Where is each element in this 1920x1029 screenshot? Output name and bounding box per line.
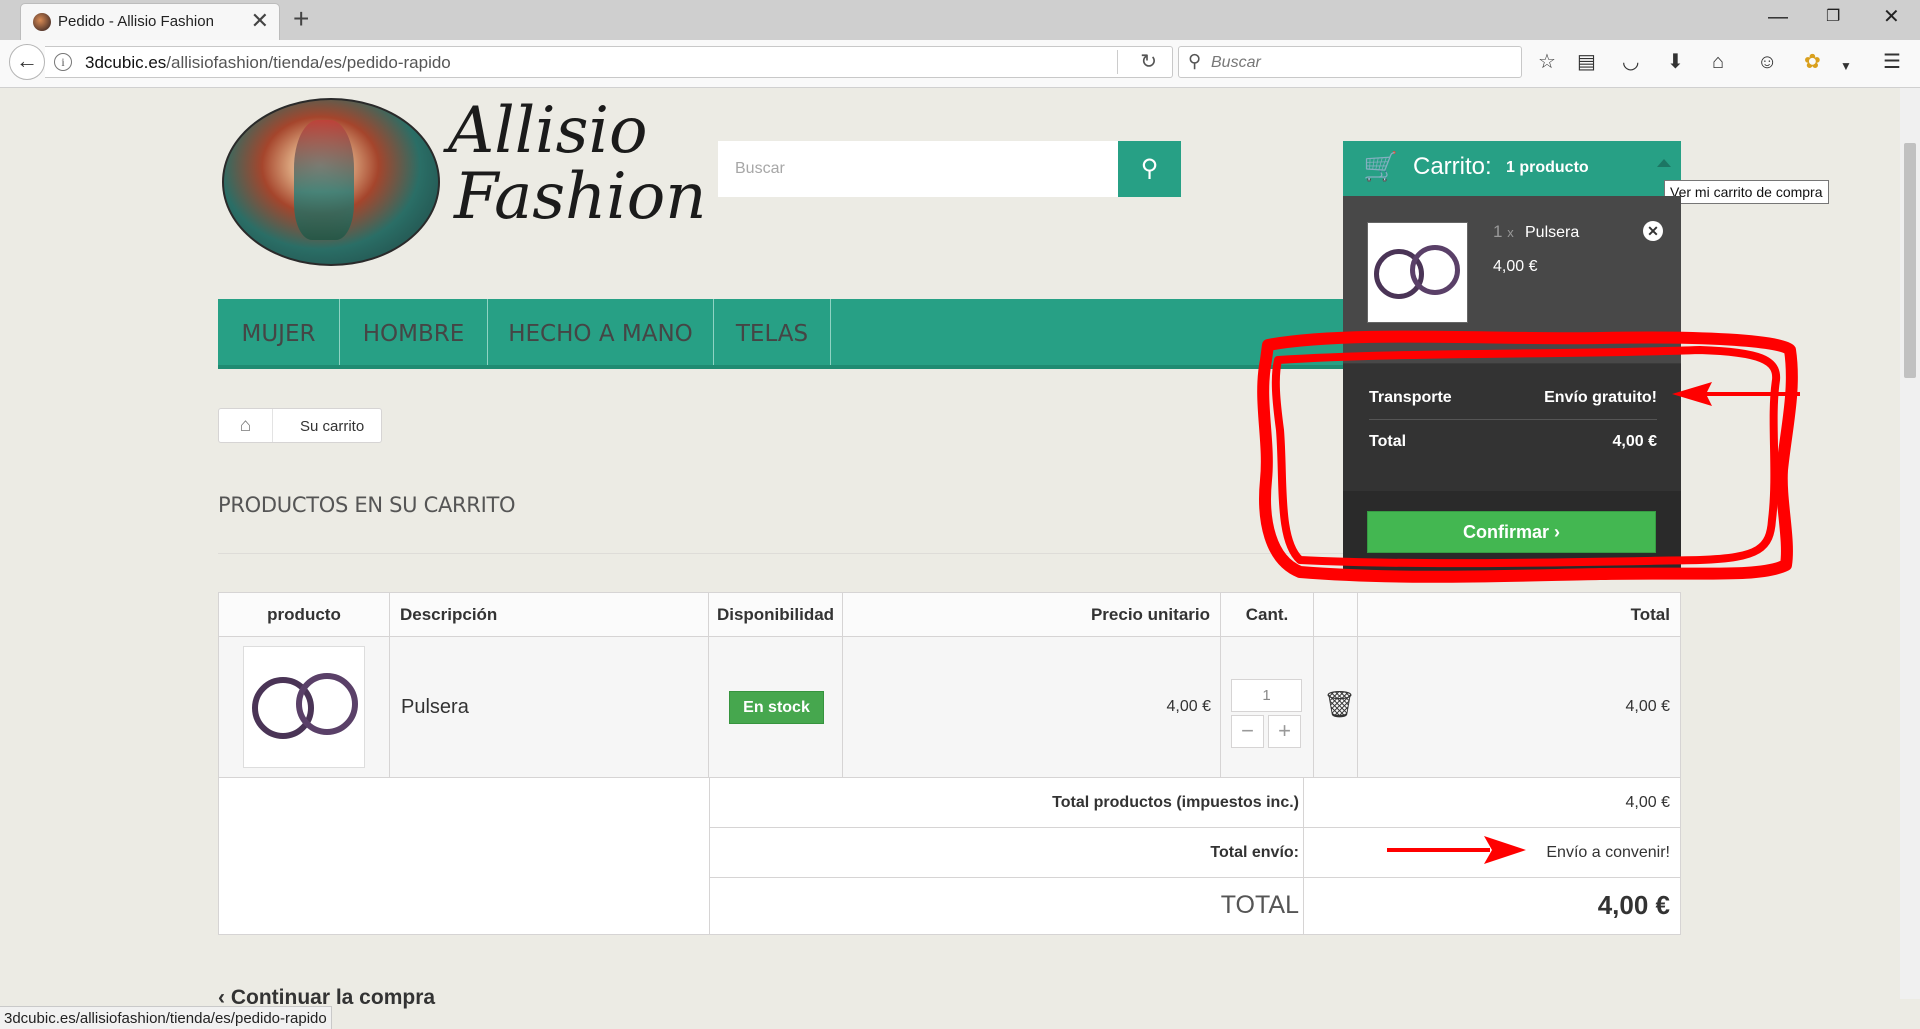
mini-item-price: 4,00 €	[1493, 258, 1538, 275]
mini-product-image[interactable]	[1367, 222, 1468, 323]
logo-text[interactable]: Allisio Fashion	[448, 98, 707, 230]
site-search-input[interactable]: Buscar ⚲	[718, 141, 1181, 197]
summary-products-value: 4,00 €	[1625, 794, 1670, 811]
mini-cart-dropdown: 1 x Pulsera 4,00 € ✕ Transporte Envío gr…	[1343, 196, 1681, 574]
mini-shipping-row: Transporte Envío gratuito!	[1369, 376, 1657, 420]
search-icon: ⚲	[1188, 51, 1202, 71]
summary-total-row: TOTAL 4,00 €	[710, 878, 1680, 934]
breadcrumb-current: Su carrito	[300, 418, 365, 435]
favicon-icon	[33, 13, 51, 31]
page-title: PRODUCTOS EN SU CARRITO	[218, 493, 516, 517]
address-bar[interactable]: i 3dcubic.es/allisiofashion/tienda/es/pe…	[45, 46, 1173, 78]
header-description: Descripción	[390, 593, 709, 637]
menu-item-mujer[interactable]: MUJER	[218, 299, 340, 365]
increase-qty-button[interactable]: +	[1268, 715, 1301, 748]
mini-cart-count: 1 producto	[1506, 159, 1589, 176]
cart-icon: 🛒	[1363, 151, 1398, 182]
maximize-icon[interactable]: ❐	[1826, 2, 1840, 32]
trash-icon[interactable]: 🗑	[1323, 689, 1356, 720]
summary-shipping-label: Total envío:	[1210, 844, 1299, 861]
confirm-button[interactable]: Confirmar ›	[1367, 511, 1656, 553]
row-total: 4,00 €	[1625, 698, 1670, 715]
mini-cart-header[interactable]: 🛒 Carrito: 1 producto	[1343, 141, 1681, 196]
main-menu: MUJER HOMBRE HECHO A MANO TELAS	[218, 299, 1344, 369]
mini-total-value: 4,00 €	[1612, 433, 1657, 450]
menu-item-hombre[interactable]: HOMBRE	[340, 299, 488, 365]
home-icon[interactable]: ⌂	[1712, 50, 1724, 74]
header-total: Total	[1358, 593, 1680, 637]
browser-search-placeholder: Buscar	[1211, 54, 1261, 71]
status-badge: En stock	[729, 691, 824, 724]
quantity-input[interactable]: 1	[1231, 679, 1302, 712]
menu-item-hecho-a-mano[interactable]: HECHO A MANO	[488, 299, 714, 365]
mini-cart-item: 1 x Pulsera 4,00 € ✕	[1343, 196, 1681, 364]
star-icon[interactable]: ☆	[1538, 50, 1556, 74]
tab-close-icon[interactable]: ✕	[251, 9, 269, 33]
summary-shipping-row: Total envío: Envío a convenir!	[710, 828, 1680, 878]
summary-products-row: Total productos (impuestos inc.) 4,00 €	[710, 778, 1680, 828]
header-product: producto	[219, 593, 390, 637]
download-icon[interactable]: ⬇	[1667, 50, 1684, 74]
home-icon[interactable]: ⌂	[219, 409, 273, 442]
mini-cart-label: Carrito:	[1413, 153, 1492, 180]
mini-cart-footer: Confirmar ›	[1343, 491, 1681, 574]
product-image[interactable]	[243, 646, 365, 768]
scrollbar-thumb[interactable]	[1904, 143, 1916, 378]
menu-icon[interactable]: ☰	[1883, 50, 1901, 74]
mini-item-qty: 1 x	[1493, 222, 1514, 241]
unit-price: 4,00 €	[1166, 698, 1211, 715]
mini-item-name[interactable]: Pulsera	[1525, 224, 1579, 242]
minimize-icon[interactable]: —	[1768, 2, 1788, 32]
dropdown-icon[interactable]: ▼	[1840, 54, 1852, 78]
back-icon[interactable]: ←	[9, 44, 45, 80]
tooltip: Ver mi carrito de compra	[1664, 180, 1829, 204]
chevron-right-icon: ›	[1554, 522, 1561, 542]
search-icon: ⚲	[1140, 155, 1159, 182]
tab-title: Pedido - Allisio Fashion	[58, 13, 214, 30]
header-delete	[1314, 593, 1358, 637]
mini-total-label: Total	[1369, 433, 1407, 450]
decrease-qty-button[interactable]: −	[1231, 715, 1264, 748]
logo-image[interactable]	[222, 98, 440, 266]
close-window-icon[interactable]: ✕	[1883, 2, 1900, 32]
breadcrumb: ⌂ Su carrito	[218, 408, 382, 443]
mini-total-row: Total 4,00 €	[1369, 420, 1657, 464]
header-availability: Disponibilidad	[709, 593, 843, 637]
divider	[1117, 50, 1118, 74]
new-tab-icon[interactable]: +	[293, 4, 309, 34]
emoji-icon[interactable]: ☺	[1757, 50, 1777, 74]
caret-up-icon	[1657, 159, 1671, 167]
extension-icon[interactable]: ✿	[1804, 50, 1821, 74]
summary-products-label: Total productos (impuestos inc.)	[1052, 794, 1299, 811]
cart-table: producto Descripción Disponibilidad Prec…	[218, 592, 1681, 935]
remove-icon[interactable]: ✕	[1643, 221, 1663, 241]
tab-active[interactable]: Pedido - Allisio Fashion ✕	[20, 3, 280, 40]
header-qty: Cant.	[1221, 593, 1314, 637]
mini-shipping-label: Transporte	[1369, 389, 1452, 406]
header-unit-price: Precio unitario	[843, 593, 1221, 637]
search-button[interactable]: ⚲	[1118, 141, 1181, 197]
site-search-placeholder: Buscar	[735, 160, 785, 177]
scrollbar[interactable]	[1900, 88, 1920, 999]
reader-icon[interactable]: ▤	[1577, 50, 1596, 74]
table-row: Pulsera En stock 4,00 € 1 − + 🗑 4,00 €	[219, 637, 1680, 778]
tab-strip: Pedido - Allisio Fashion ✕ + — ❐ ✕	[0, 0, 1920, 40]
summary-total-label: TOTAL	[1220, 891, 1299, 919]
url-text: 3dcubic.es/allisiofashion/tienda/es/pedi…	[85, 53, 451, 72]
browser-search-input[interactable]: ⚲ Buscar	[1178, 46, 1522, 78]
menu-item-telas[interactable]: TELAS	[714, 299, 831, 365]
pocket-icon[interactable]: ◡	[1622, 50, 1639, 74]
status-bar-url: 3dcubic.es/allisiofashion/tienda/es/pedi…	[0, 1006, 332, 1029]
mini-shipping-value: Envío gratuito!	[1544, 389, 1657, 406]
info-icon[interactable]: i	[54, 53, 72, 71]
reload-icon[interactable]: ↻	[1140, 49, 1157, 74]
product-name[interactable]: Pulsera	[401, 696, 469, 719]
summary-total-value: 4,00 €	[1597, 890, 1670, 920]
summary-shipping-value: Envío a convenir!	[1546, 844, 1670, 861]
